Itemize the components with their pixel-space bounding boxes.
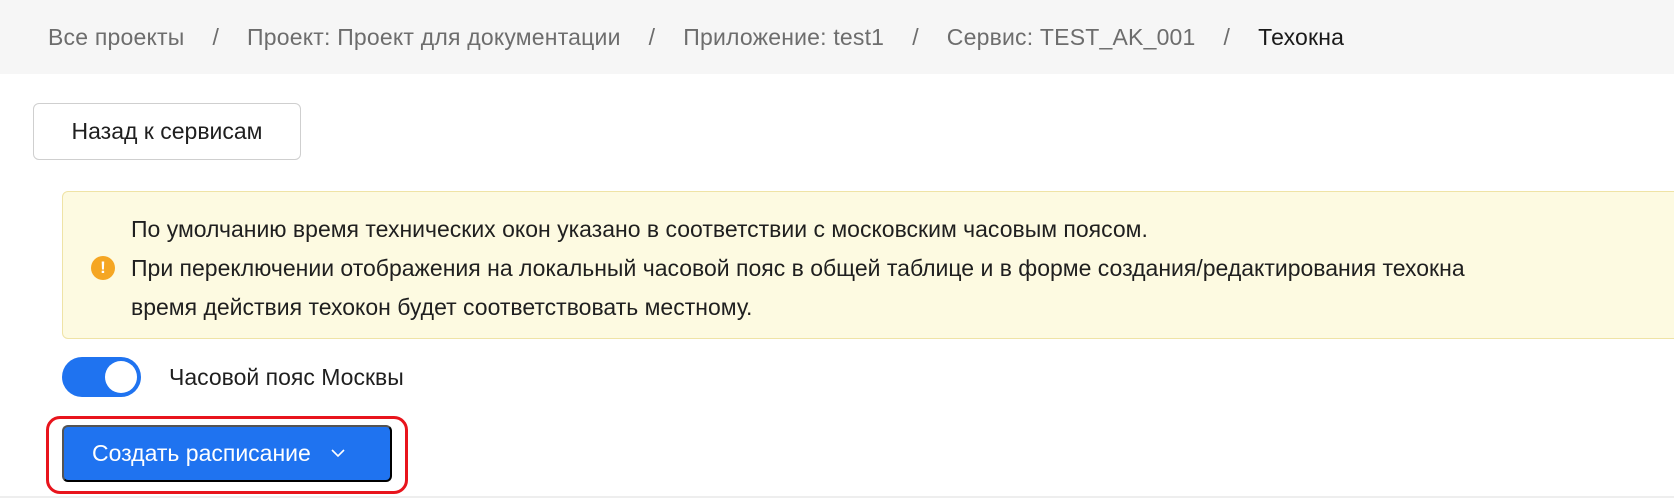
breadcrumb-separator: /	[912, 23, 919, 50]
breadcrumb-item-all-projects[interactable]: Все проекты	[48, 24, 184, 51]
notice-line: По умолчанию время технических окон указ…	[131, 216, 1148, 242]
breadcrumb-separator: /	[212, 23, 220, 50]
warning-icon: !	[91, 256, 115, 280]
create-schedule-label: Создать расписание	[92, 440, 311, 466]
moscow-timezone-toggle[interactable]	[62, 357, 141, 397]
breadcrumb-item-application[interactable]: Приложение: test1	[683, 24, 884, 51]
breadcrumb-separator: /	[1223, 23, 1231, 50]
breadcrumb-item-project[interactable]: Проект: Проект для документации	[247, 24, 621, 51]
notice-text: По умолчанию время технических окон указ…	[131, 210, 1465, 327]
breadcrumb-item-service[interactable]: Сервис: TEST_AK_001	[947, 24, 1196, 51]
notice-line: При переключении отображения на локальны…	[131, 255, 1465, 281]
breadcrumb-separator: /	[648, 23, 656, 50]
notice-line: время действия техокон будет соответство…	[131, 294, 753, 320]
back-to-services-button[interactable]: Назад к сервисам	[33, 103, 301, 160]
breadcrumb: Все проекты / Проект: Проект для докумен…	[0, 0, 1674, 74]
breadcrumb-item-current: Техокна	[1258, 23, 1345, 50]
toggle-knob	[105, 361, 137, 393]
chevron-down-icon	[331, 447, 345, 461]
toggle-label: Часовой пояс Москвы	[169, 364, 404, 390]
create-schedule-button[interactable]: Создать расписание	[62, 425, 392, 482]
timezone-notice: ! По умолчанию время технических окон ук…	[62, 191, 1674, 339]
